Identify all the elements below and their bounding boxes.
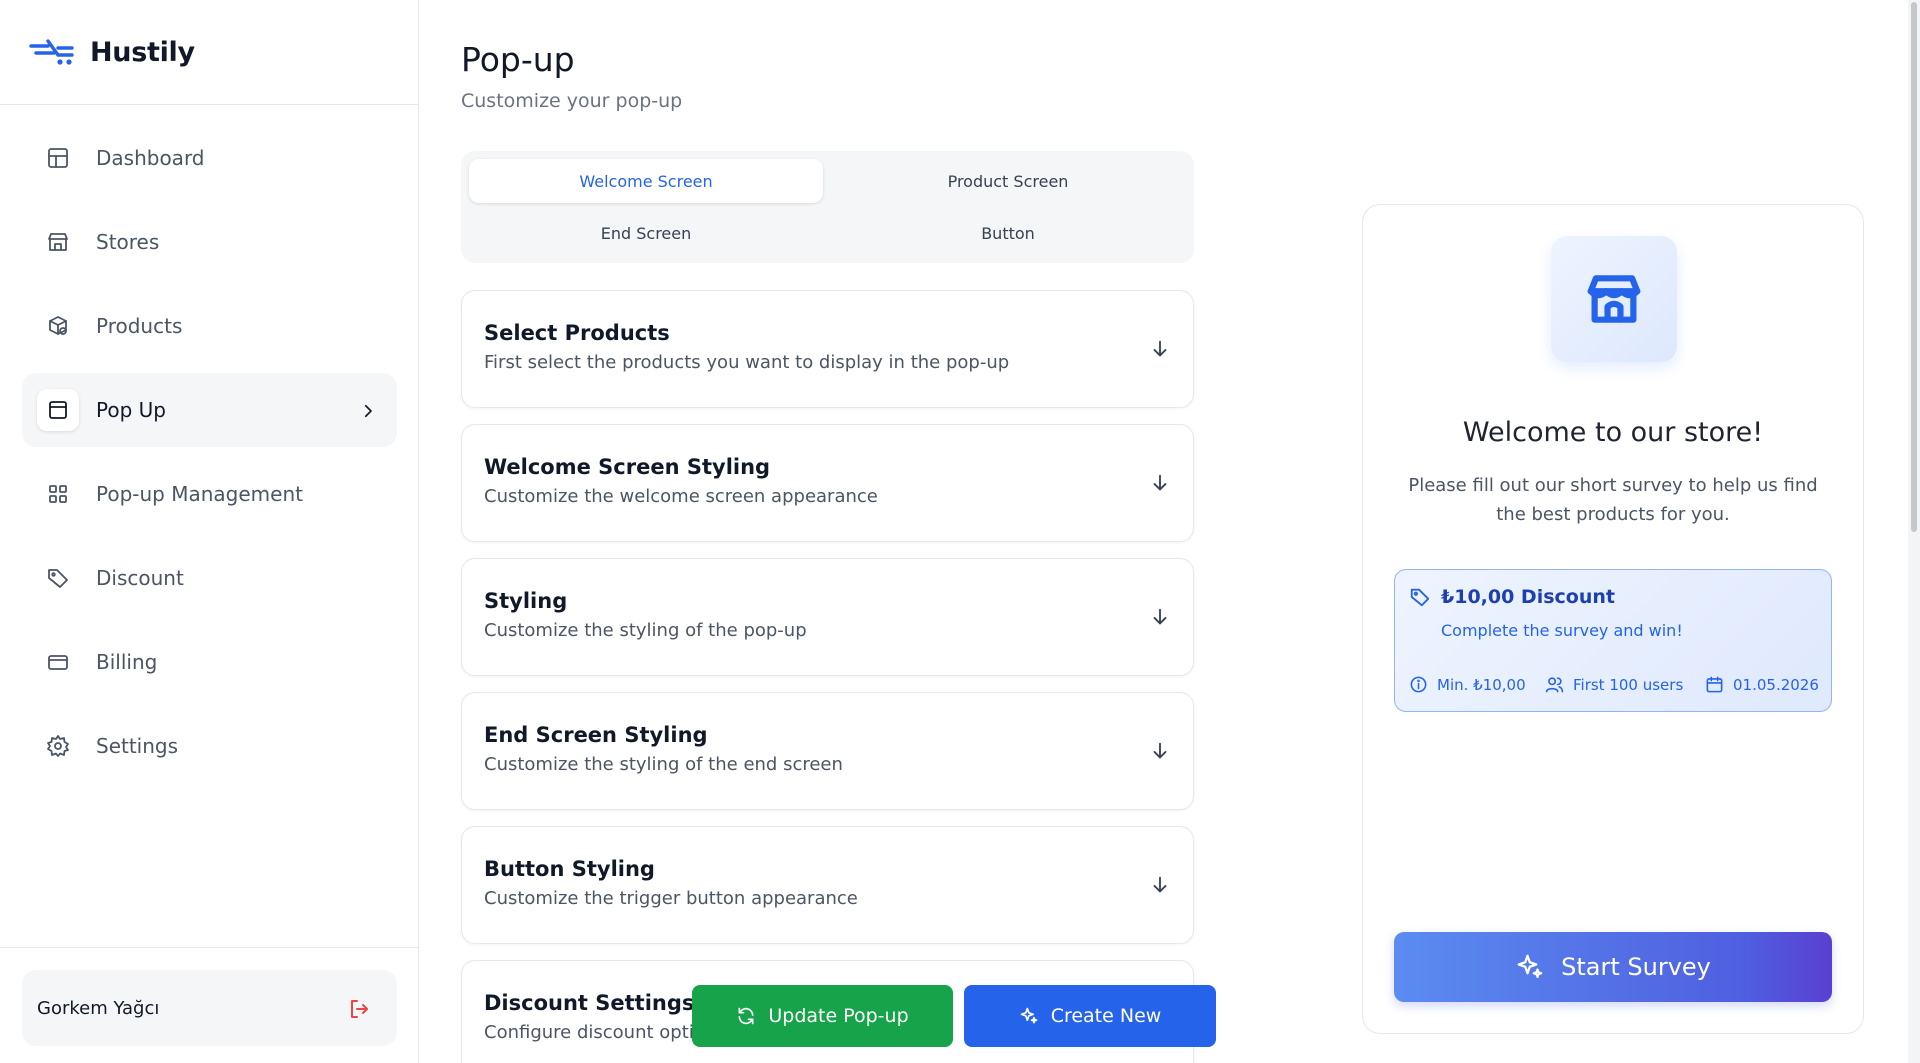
section-select-products[interactable]: Select Products First select the product… [461, 290, 1194, 408]
section-desc: Customize the welcome screen appearance [484, 486, 878, 507]
tab-end-screen[interactable]: End Screen [469, 211, 823, 255]
sidebar-item-discount[interactable]: Discount [22, 541, 397, 615]
update-popup-button[interactable]: Update Pop-up [692, 985, 953, 1047]
refresh-icon [738, 1007, 754, 1025]
discount-date-text: 01.05.2026 [1733, 675, 1819, 694]
sidebar-item-label: Dashboard [96, 146, 205, 170]
arrow-down-icon[interactable] [1149, 472, 1171, 494]
chevron-right-icon [359, 401, 377, 419]
section-title: Button Styling [484, 857, 655, 881]
arrow-down-icon[interactable] [1149, 338, 1171, 360]
section-title: Styling [484, 589, 568, 613]
sidebar-item-products[interactable]: Products [22, 289, 397, 363]
user-card[interactable]: Gorkem Yağcı [22, 970, 397, 1046]
store-icon [46, 230, 70, 254]
gear-icon [46, 734, 70, 758]
section-desc: Customize the trigger button appearance [484, 888, 858, 909]
popup-icon [37, 389, 79, 431]
section-title: End Screen Styling [484, 723, 708, 747]
user-name: Gorkem Yağcı [37, 997, 160, 1019]
brand-name: Hustily [90, 36, 195, 68]
sidebar-item-billing[interactable]: Billing [22, 625, 397, 699]
tag-icon [46, 566, 70, 590]
arrow-down-icon[interactable] [1149, 606, 1171, 628]
products-icon [46, 314, 70, 338]
section-end-screen-styling[interactable]: End Screen Styling Customize the styling… [461, 692, 1194, 810]
arrow-down-icon[interactable] [1149, 874, 1171, 896]
brand[interactable]: Hustily [0, 0, 418, 105]
page-subtitle: Customize your pop-up [461, 90, 683, 112]
tab-button[interactable]: Button [831, 211, 1185, 255]
sidebar-nav: Dashboard Stores Products Pop Up Pop-up … [22, 121, 397, 793]
scrollbar-thumb[interactable] [1911, 2, 1917, 532]
preview-title: Welcome to our store! [1462, 417, 1764, 448]
section-welcome-screen-styling[interactable]: Welcome Screen Styling Customize the wel… [461, 424, 1194, 542]
sidebar-item-label: Pop Up [96, 398, 166, 422]
logout-icon[interactable] [347, 997, 371, 1021]
grid-icon [46, 482, 70, 506]
user-area: Gorkem Yağcı [0, 947, 418, 1063]
users-icon [1545, 677, 1564, 693]
tag-icon [1409, 586, 1431, 608]
screen-tabs: Welcome Screen Product Screen End Screen… [461, 151, 1194, 263]
discount-subtitle: Complete the survey and win! [1441, 621, 1683, 640]
brand-logo-icon [29, 39, 74, 65]
discount-users-text: First 100 users [1573, 675, 1684, 694]
sidebar-item-label: Billing [96, 650, 158, 674]
tab-product-screen[interactable]: Product Screen [831, 159, 1185, 203]
sidebar-item-label: Pop-up Management [96, 482, 303, 506]
sidebar-item-popup-management[interactable]: Pop-up Management [22, 457, 397, 531]
section-title: Discount Settings [484, 991, 695, 1015]
sidebar-item-label: Products [96, 314, 183, 338]
update-popup-label: Update Pop-up [768, 1005, 909, 1027]
section-title: Welcome Screen Styling [484, 455, 771, 479]
sidebar-item-stores[interactable]: Stores [22, 205, 397, 279]
start-survey-label: Start Survey [1561, 953, 1711, 981]
discount-title: ₺10,00 Discount [1441, 586, 1615, 608]
page-scrollbar[interactable] [1908, 0, 1920, 1063]
discount-min: Min. ₺10,00 [1409, 675, 1526, 694]
discount-users: First 100 users [1545, 675, 1683, 694]
tab-welcome-screen[interactable]: Welcome Screen [469, 159, 823, 203]
section-desc: Customize the styling of the pop-up [484, 620, 807, 641]
sidebar-item-pop-up[interactable]: Pop Up [22, 373, 397, 447]
store-badge [1551, 236, 1677, 362]
sidebar-item-label: Settings [96, 734, 179, 758]
preview-description: Please fill out our short survey to help… [1408, 475, 1818, 525]
section-styling[interactable]: Styling Customize the styling of the pop… [461, 558, 1194, 676]
popup-preview: Welcome to our store! Please fill out ou… [1362, 204, 1864, 1034]
section-title: Select Products [484, 321, 670, 345]
section-desc: Customize the styling of the end screen [484, 754, 843, 775]
info-icon [1410, 676, 1427, 693]
discount-date: 01.05.2026 [1705, 675, 1819, 694]
sidebar-item-settings[interactable]: Settings [22, 709, 397, 783]
arrow-down-icon[interactable] [1149, 740, 1171, 762]
sidebar-item-dashboard[interactable]: Dashboard [22, 121, 397, 195]
create-new-button[interactable]: Create New [964, 985, 1216, 1047]
store-icon [1587, 275, 1641, 323]
calendar-icon [1706, 676, 1723, 693]
sparkle-icon [1020, 1007, 1038, 1024]
sparkle-icon [1517, 954, 1543, 979]
create-new-label: Create New [1050, 1005, 1162, 1027]
section-desc: First select the products you want to di… [484, 352, 1010, 373]
page-title: Pop-up [461, 40, 575, 79]
sidebar: Hustily Dashboard Stores Products Pop Up… [0, 0, 419, 1063]
sidebar-item-label: Stores [96, 230, 160, 254]
section-desc: Configure discount optio [484, 1022, 705, 1043]
discount-min-text: Min. ₺10,00 [1437, 675, 1526, 694]
dashboard-icon [46, 146, 70, 170]
start-survey-button[interactable]: Start Survey [1394, 932, 1832, 1002]
discount-card: ₺10,00 Discount Complete the survey and … [1394, 569, 1832, 712]
sidebar-item-label: Discount [96, 566, 184, 590]
section-button-styling[interactable]: Button Styling Customize the trigger but… [461, 826, 1194, 944]
card-icon [46, 650, 70, 674]
